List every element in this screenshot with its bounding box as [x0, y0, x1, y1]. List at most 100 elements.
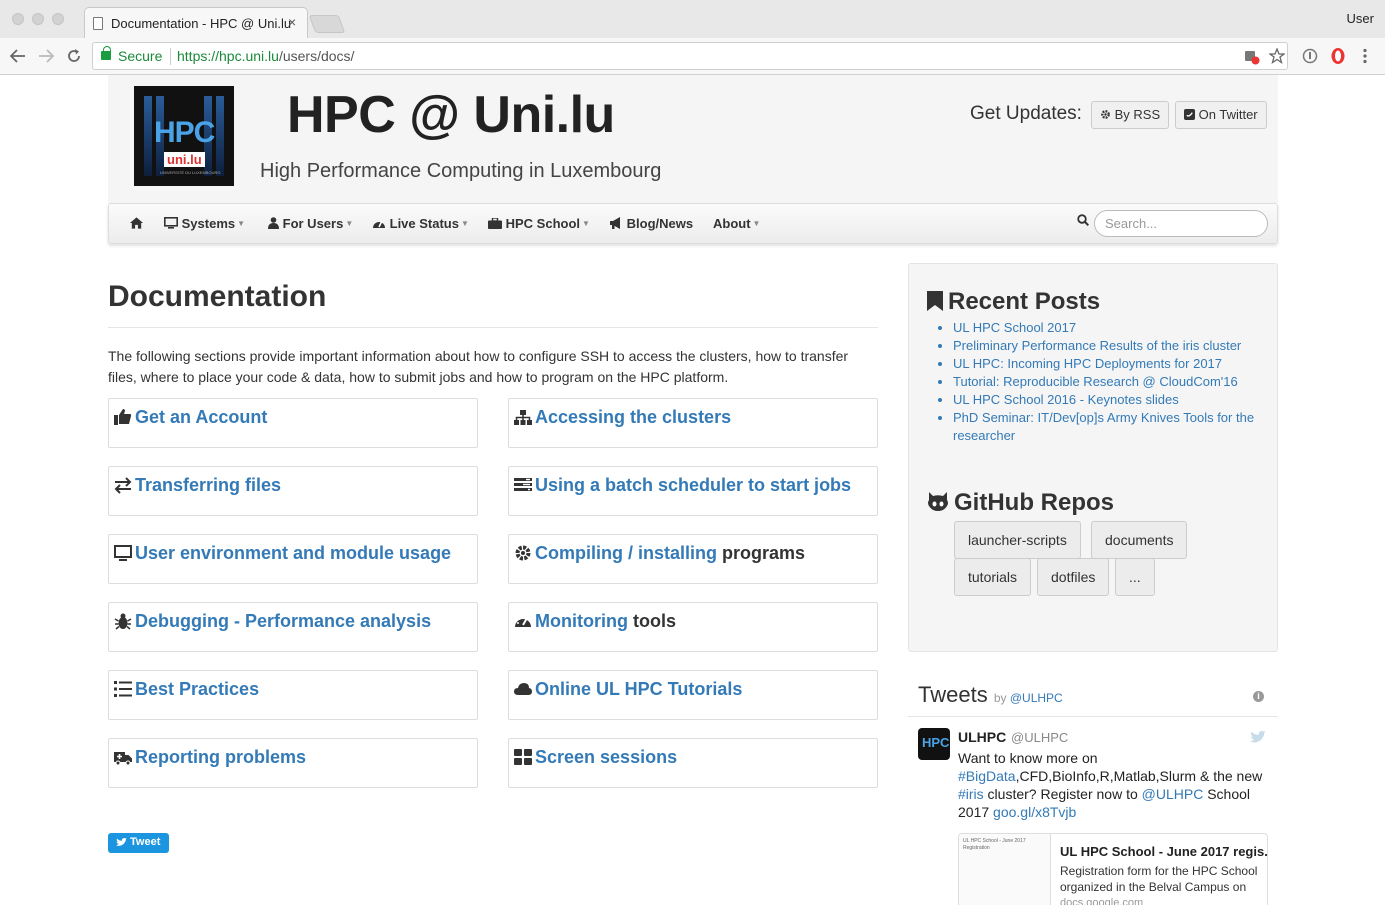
recent-posts-title: Recent Posts [948, 288, 1101, 315]
card-debugging[interactable]: Debugging - Performance analysis [108, 602, 478, 652]
recent-posts-list: UL HPC School 2017 Preliminary Performan… [953, 319, 1263, 445]
dashboard-icon [373, 220, 385, 228]
twitter-square-icon [1184, 109, 1195, 120]
card-label-link[interactable]: Monitoring [535, 611, 628, 631]
twitter-follow-button[interactable]: On Twitter [1175, 101, 1267, 129]
search-icon [1077, 214, 1089, 226]
tab-close-icon[interactable]: × [288, 14, 296, 30]
nav-item-live-status[interactable]: Live Status ▼ [372, 216, 469, 231]
site-logo[interactable]: HPC uni.lu UNIVERSITÉ DU LUXEMBOURG [134, 86, 234, 186]
card-compiling-installing[interactable]: Compiling / installing programs [508, 534, 878, 584]
th-large-icon [514, 749, 532, 765]
github-repos-title: GitHub Repos [954, 489, 1114, 516]
tweet-link-card[interactable]: UL HPC School - June 2017 Registration U… [958, 833, 1268, 905]
twitter-button-label: On Twitter [1198, 107, 1258, 122]
card-label[interactable]: Get an Account [135, 407, 267, 428]
tweet-text-part: ,CFD,BioInfo,R,Matlab,Slurm & the new [1015, 768, 1263, 784]
recent-post-link[interactable]: PhD Seminar: IT/Dev[op]s Army Knives Too… [953, 409, 1263, 445]
avatar[interactable]: HPC [918, 728, 950, 760]
card-user-environment[interactable]: User environment and module usage [108, 534, 478, 584]
card-label[interactable]: Transferring files [135, 475, 281, 496]
card-label[interactable]: Using a batch scheduler to start jobs [535, 475, 851, 496]
card-label[interactable]: Best Practices [135, 679, 259, 700]
hashtag-bigdata-link[interactable]: #BigData [958, 768, 1016, 784]
back-arrow-icon[interactable] [10, 49, 26, 63]
window-close-button[interactable] [12, 13, 24, 25]
card-label[interactable]: User environment and module usage [135, 543, 451, 564]
card-get-an-account[interactable]: Get an Account [108, 398, 478, 448]
twitter-bird-icon [116, 838, 127, 846]
window-minimize-button[interactable] [32, 13, 44, 25]
card-label-link[interactable]: Compiling / installing [535, 543, 717, 563]
extension-info-icon[interactable] [1302, 48, 1318, 64]
tweet-text: Want to know more on #BigData,CFD,BioInf… [958, 749, 1263, 821]
nav-item-label: For Users [282, 216, 344, 231]
card-label[interactable]: Accessing the clusters [535, 407, 731, 428]
sidebar-panel: Recent Posts UL HPC School 2017 Prelimin… [908, 263, 1278, 652]
url-text[interactable]: https://hpc.uni.lu/users/docs/ [177, 48, 354, 64]
site-title[interactable]: HPC @ Uni.lu [287, 85, 615, 145]
card-best-practices[interactable]: Best Practices [108, 670, 478, 720]
nav-item-systems[interactable]: Systems ▼ [164, 216, 245, 231]
window-zoom-button[interactable] [52, 13, 64, 25]
card-online-tutorials[interactable]: Online UL HPC Tutorials [508, 670, 878, 720]
recent-post-link[interactable]: UL HPC School 2016 - Keynotes slides [953, 391, 1263, 409]
rss-button[interactable]: By RSS [1091, 101, 1170, 129]
bookmark-star-icon[interactable] [1269, 48, 1285, 64]
repo-button-documents[interactable]: documents [1091, 521, 1188, 559]
new-tab-button[interactable] [308, 15, 346, 33]
reload-icon[interactable] [66, 48, 82, 64]
repo-button-more[interactable]: ... [1115, 558, 1155, 596]
card-transferring-files[interactable]: Transferring files [108, 466, 478, 516]
card-label[interactable]: Screen sessions [535, 747, 677, 768]
card-label[interactable]: Monitoring tools [535, 611, 676, 632]
card-reporting-problems[interactable]: Reporting problems [108, 738, 478, 788]
kebab-menu-icon[interactable] [1362, 48, 1368, 64]
card-screen-sessions[interactable]: Screen sessions [508, 738, 878, 788]
card-batch-scheduler[interactable]: Using a batch scheduler to start jobs [508, 466, 878, 516]
cloud-icon [514, 683, 532, 695]
card-label[interactable]: Reporting problems [135, 747, 306, 768]
recent-post-link[interactable]: UL HPC: Incoming HPC Deployments for 201… [953, 355, 1263, 373]
repo-button-dotfiles[interactable]: dotfiles [1037, 558, 1110, 596]
nav-item-about[interactable]: About ▼ [713, 216, 760, 231]
card-accessing-the-clusters[interactable]: Accessing the clusters [508, 398, 878, 448]
search-input[interactable] [1094, 210, 1268, 237]
opera-extension-icon[interactable] [1330, 47, 1346, 65]
card-monitoring-tools[interactable]: Monitoring tools [508, 602, 878, 652]
recent-post-link[interactable]: Preliminary Performance Results of the i… [953, 337, 1263, 355]
tweet-author-handle[interactable]: @ULHPC [1011, 730, 1068, 745]
tweet-author-name[interactable]: ULHPC [958, 729, 1006, 745]
card-label[interactable]: Compiling / installing programs [535, 543, 805, 564]
repo-button-launcher-scripts[interactable]: launcher-scripts [954, 521, 1081, 559]
mention-link[interactable]: @ULHPC [1142, 786, 1204, 802]
nav-item-for-users[interactable]: For Users ▼ [268, 216, 353, 231]
hashtag-iris-link[interactable]: #iris [958, 786, 984, 802]
nav-item-blog-news[interactable]: Blog/News [609, 216, 693, 231]
translate-icon[interactable] [1244, 49, 1260, 65]
tweets-by-handle-link[interactable]: @ULHPC [1010, 691, 1063, 705]
recent-post-link[interactable]: UL HPC School 2017 [953, 319, 1263, 337]
omnibox[interactable]: Secure https://hpc.uni.lu/users/docs/ [92, 42, 1288, 70]
logo-unilu-text: uni.lu [164, 152, 205, 167]
secure-label[interactable]: Secure [118, 48, 162, 64]
bullhorn-icon [610, 217, 620, 229]
recent-post-link[interactable]: Tutorial: Reproducible Research @ CloudC… [953, 373, 1263, 391]
info-icon[interactable]: i [1253, 691, 1264, 702]
card-label[interactable]: Debugging - Performance analysis [135, 611, 431, 632]
profile-user-button[interactable]: User [1347, 11, 1374, 26]
card-label[interactable]: Online UL HPC Tutorials [535, 679, 742, 700]
repo-button-tutorials[interactable]: tutorials [954, 558, 1032, 596]
logo-small-text: UNIVERSITÉ DU LUXEMBOURG [160, 170, 221, 175]
browser-tab-active[interactable]: Documentation - HPC @ Uni.lu × [84, 7, 308, 38]
twitter-bird-icon[interactable] [1250, 731, 1266, 744]
short-url-link[interactable]: goo.gl/x8Tvjb [993, 804, 1076, 820]
home-icon[interactable] [129, 216, 144, 230]
forward-arrow-icon[interactable] [38, 49, 54, 63]
nav-item-hpc-school[interactable]: HPC School ▼ [488, 216, 590, 231]
card-label-plain: tools [633, 611, 676, 631]
title-divider [108, 327, 878, 328]
tweet-share-button[interactable]: Tweet [108, 833, 169, 853]
list-icon [114, 681, 132, 697]
site-header: HPC uni.lu UNIVERSITÉ DU LUXEMBOURG HPC … [108, 75, 1278, 203]
